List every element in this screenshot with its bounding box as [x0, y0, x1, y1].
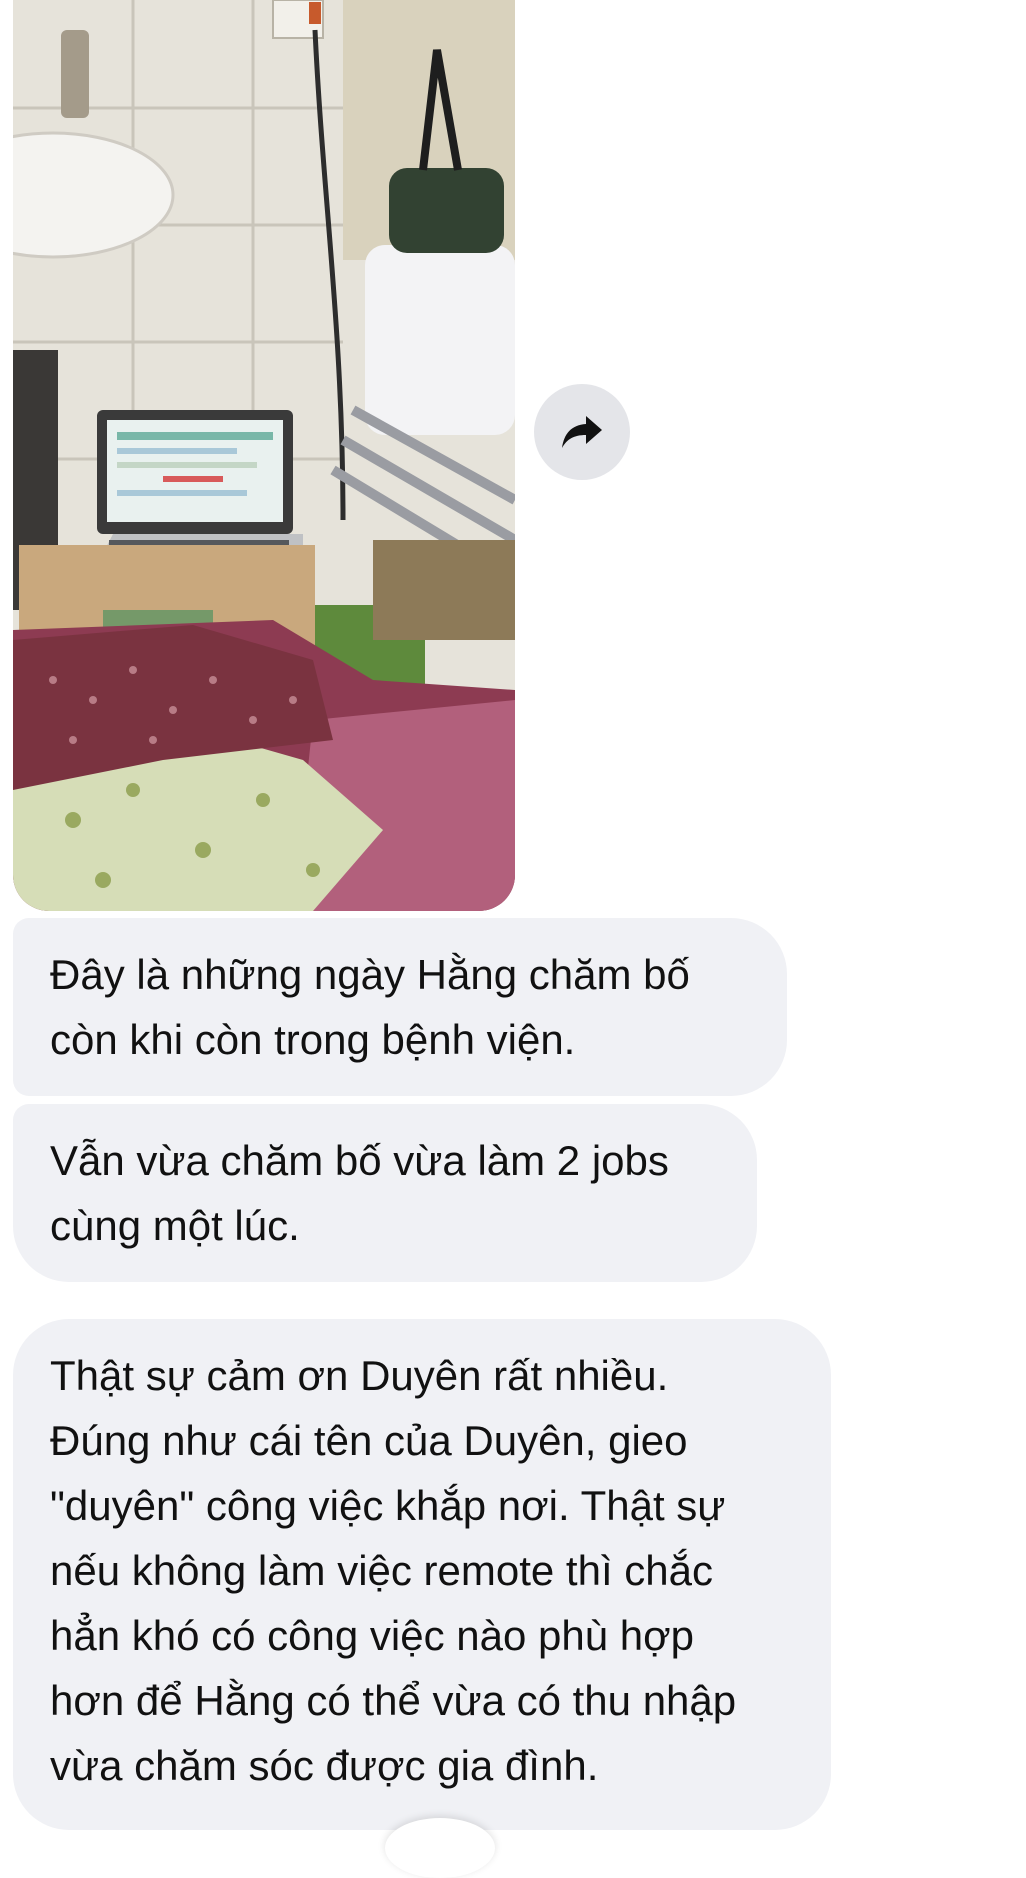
message-text-line: Đây là những ngày Hằng chăm bố — [50, 951, 690, 998]
message-text-line: Đúng như cái tên của Duyên, gieo — [50, 1417, 688, 1464]
forward-button[interactable] — [534, 384, 630, 480]
message-bubble[interactable]: Đây là những ngày Hằng chăm bố còn khi c… — [13, 918, 787, 1096]
message-text-line: Vẫn vừa chăm bố vừa làm 2 jobs — [50, 1137, 669, 1184]
message-text-line: hẳn khó có công việc nào phù hợp — [50, 1612, 695, 1659]
message-text-line: hơn để Hằng có thể vừa có thu nhập — [50, 1677, 737, 1724]
message-text-line: nếu không làm việc remote thì chắc — [50, 1547, 714, 1594]
message-text-line: cùng một lúc. — [50, 1202, 300, 1249]
message-text-line: Thật sự cảm ơn Duyên rất nhiều. — [50, 1352, 669, 1399]
share-forward-arrow-icon — [562, 416, 602, 448]
message-text-line: vừa chăm sóc được gia đình. — [50, 1742, 599, 1789]
scroll-to-bottom-button[interactable] — [385, 1818, 495, 1878]
message-text-line: "duyên" công việc khắp nơi. Thật sự — [50, 1482, 726, 1529]
message-photo[interactable] — [13, 0, 515, 911]
message-bubble[interactable]: Vẫn vừa chăm bố vừa làm 2 jobs cùng một … — [13, 1104, 757, 1282]
hospital-room-photo — [13, 0, 515, 911]
message-bubble[interactable]: Thật sự cảm ơn Duyên rất nhiều. Đúng như… — [13, 1319, 831, 1830]
message-text-line: còn khi còn trong bệnh viện. — [50, 1016, 576, 1063]
